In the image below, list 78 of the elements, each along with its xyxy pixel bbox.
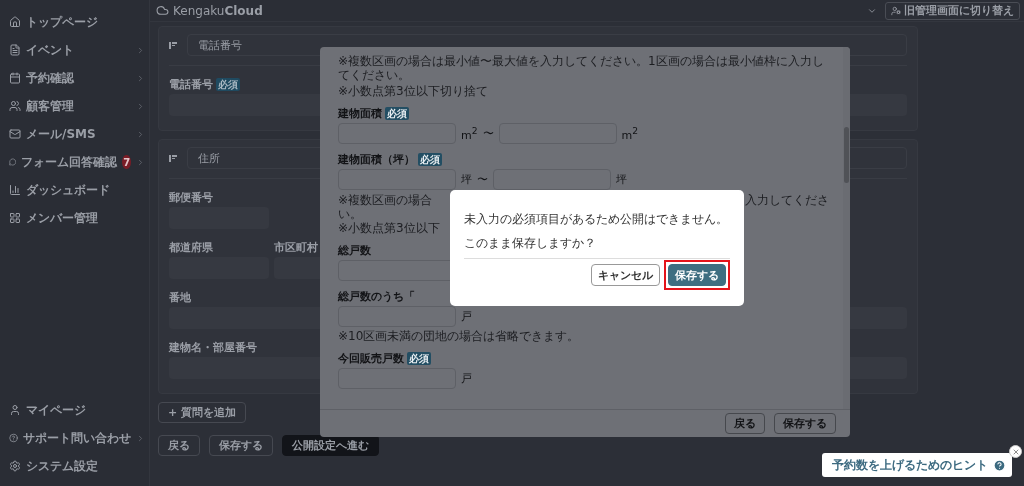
- note-text: ※小数点第3位以下切り捨て: [338, 84, 489, 98]
- range-separator: 〜: [477, 172, 488, 187]
- drag-handle-icon[interactable]: [169, 154, 177, 162]
- scrollbar[interactable]: [843, 47, 850, 409]
- field-label: 今回販売戸数: [338, 350, 404, 366]
- dialog-message: 未入力の必須項目があるため公開はできません。: [464, 212, 729, 227]
- dialog-question: このまま保存しますか？: [464, 236, 730, 259]
- unit-text: m$^{2}$: [621, 125, 639, 142]
- field-label: 市区町村: [274, 239, 318, 255]
- sidebar-item[interactable]: マイページ: [0, 396, 149, 424]
- note-text: い。: [338, 207, 362, 221]
- required-badge: 必須: [385, 106, 409, 120]
- sidebar-item[interactable]: フォーム回答確認 7: [0, 148, 149, 176]
- note-text: ※小数点第3位以下: [338, 221, 440, 235]
- document-icon: [9, 44, 21, 56]
- app-logo: KengakuCloud: [173, 3, 263, 18]
- hint-bubble[interactable]: 予約数を上げるためのヒント: [822, 453, 1012, 477]
- number-field[interactable]: [338, 169, 456, 190]
- person-gear-icon: [891, 5, 901, 16]
- required-badge: 必須: [216, 77, 240, 91]
- footer-button[interactable]: 保存する: [774, 413, 836, 434]
- field-label: 建物面積（坪）: [338, 151, 415, 167]
- sidebar-item[interactable]: サポート問い合わせ: [0, 424, 149, 452]
- count-badge: 7: [122, 155, 131, 169]
- help-icon: [993, 458, 1006, 472]
- cloud-logo-icon: [156, 4, 169, 17]
- field-label: 都道府県: [169, 239, 213, 255]
- number-field[interactable]: [338, 306, 456, 327]
- dialog-button[interactable]: キャンセル: [591, 264, 660, 286]
- sidebar-item[interactable]: 顧客管理: [0, 92, 149, 120]
- footer-button[interactable]: 戻る: [725, 413, 765, 434]
- field-label: 建物名・部屋番号: [169, 339, 257, 355]
- unit-text: 坪: [461, 172, 472, 187]
- close-icon: [1011, 447, 1020, 456]
- settings-icon: [9, 460, 21, 472]
- sidebar-item[interactable]: メール/SMS: [0, 120, 149, 148]
- required-badge: 必須: [407, 351, 431, 365]
- field-label: 総戸数のうち「: [338, 288, 415, 304]
- field-label: 番地: [169, 289, 191, 305]
- unit-text: 戸: [461, 309, 472, 324]
- switch-button[interactable]: 旧管理画面に切り替え: [885, 1, 1020, 20]
- action-button[interactable]: 公開設定へ進む: [282, 435, 379, 456]
- sidebar-item[interactable]: システム設定: [0, 452, 149, 480]
- sidebar-item[interactable]: ダッシュボード: [0, 176, 149, 204]
- unit-text: 坪: [616, 172, 627, 187]
- field-label: 電話番号: [169, 76, 213, 92]
- home-icon: [9, 16, 21, 28]
- required-badge: 必須: [418, 152, 442, 166]
- field-label: 総戸数: [338, 242, 371, 258]
- sidebar-item[interactable]: イベント: [0, 36, 149, 64]
- close-button[interactable]: [1009, 445, 1022, 458]
- note-text: ※複数区画の場合: [338, 193, 433, 207]
- chat-bubble-icon: [9, 156, 17, 168]
- number-field[interactable]: [493, 169, 611, 190]
- note-text: 入力してくださ: [745, 193, 829, 207]
- hint-label: 予約数を上げるためのヒント: [832, 456, 988, 474]
- action-button[interactable]: 保存する: [209, 435, 273, 456]
- drag-handle-icon[interactable]: [169, 41, 177, 49]
- note-text: ※10区画未満の団地の場合は省略できます。: [338, 329, 581, 343]
- field-label: 建物面積: [338, 105, 382, 121]
- grid-icon: [9, 212, 21, 224]
- unit-text: m$^{2}$: [461, 125, 478, 142]
- help-icon: [9, 432, 18, 444]
- range-separator: 〜: [482, 126, 494, 141]
- field-label: 郵便番号: [169, 189, 213, 205]
- calendar-icon: [9, 72, 21, 84]
- action-button[interactable]: 戻る: [158, 435, 200, 456]
- sidebar-item[interactable]: トップページ: [0, 8, 149, 36]
- bar-chart-icon: [9, 184, 21, 196]
- note-text: ※複数区画の場合は最小値〜最大値を入力してください。1区画の場合は最小値枠に入力してください。: [338, 54, 825, 82]
- people-icon: [9, 100, 21, 112]
- unit-text: 戸: [461, 371, 472, 386]
- person-icon: [9, 404, 21, 416]
- mail-icon: [9, 128, 21, 140]
- sidebar-item[interactable]: 予約確認: [0, 64, 149, 92]
- dialog-button[interactable]: 保存する: [668, 264, 726, 286]
- sidebar-item[interactable]: メンバー管理: [0, 204, 149, 232]
- add-question-button[interactable]: + 質問を追加: [158, 402, 247, 423]
